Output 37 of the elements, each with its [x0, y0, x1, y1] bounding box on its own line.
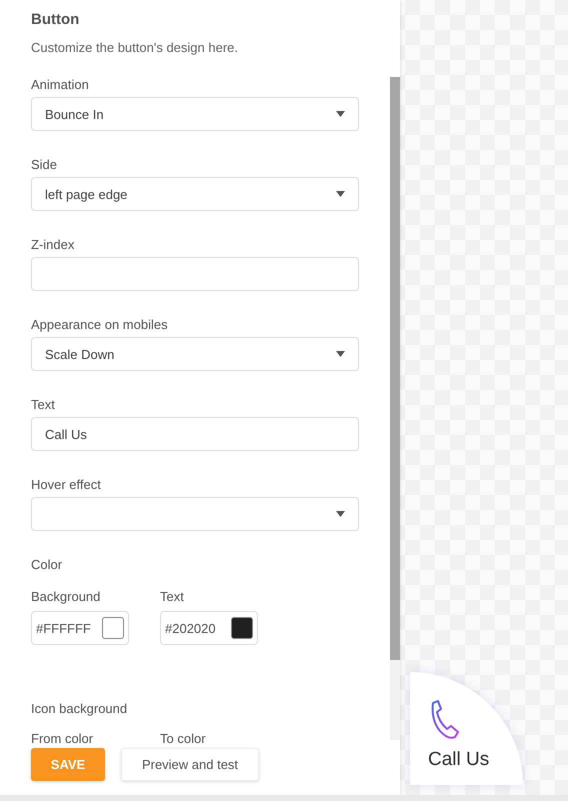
caret-icon: [336, 111, 345, 117]
panel-title: Button: [31, 11, 80, 29]
select-field[interactable]: Bounce In: [31, 97, 359, 131]
color-swatch[interactable]: [102, 617, 124, 639]
color-label: To color: [160, 730, 207, 748]
caret-icon: [336, 351, 345, 357]
select-value: Bounce In: [45, 106, 104, 124]
input-field[interactable]: Call Us: [31, 417, 359, 451]
field-label: Icon background: [31, 700, 128, 718]
preview-button[interactable]: Preview and test: [121, 748, 259, 781]
color-label: From color: [31, 730, 94, 748]
color-label: Background: [31, 588, 102, 606]
scrollbar[interactable]: [390, 77, 400, 740]
input-field[interactable]: [31, 257, 359, 291]
preview-label: Call Us: [428, 748, 490, 772]
field-label: Text: [31, 396, 56, 414]
color-value: #FFFFFF: [36, 620, 91, 638]
color-swatch[interactable]: [231, 617, 253, 639]
call-button-preview[interactable]: Call Us: [410, 672, 523, 785]
color-field[interactable]: #202020: [160, 611, 258, 645]
caret-icon: [336, 191, 345, 197]
field-label: Appearance on mobiles: [31, 316, 169, 334]
select-field[interactable]: left page edge: [31, 177, 359, 211]
select-field[interactable]: Scale Down: [31, 337, 359, 371]
color-value: #202020: [165, 620, 216, 638]
panel-description: Customize the button's design here.: [31, 39, 239, 57]
select-value: Scale Down: [45, 346, 114, 364]
color-field[interactable]: #FFFFFF: [31, 611, 129, 645]
field-label: Color: [31, 556, 64, 574]
color-label: Text: [160, 588, 185, 606]
field-label: Side: [31, 156, 58, 174]
caret-icon: [336, 511, 345, 517]
select-field[interactable]: [31, 497, 359, 531]
field-label: Z-index: [31, 236, 76, 254]
field-label: Animation: [31, 76, 90, 94]
select-value: left page edge: [45, 186, 128, 204]
field-label: Hover effect: [31, 476, 102, 494]
